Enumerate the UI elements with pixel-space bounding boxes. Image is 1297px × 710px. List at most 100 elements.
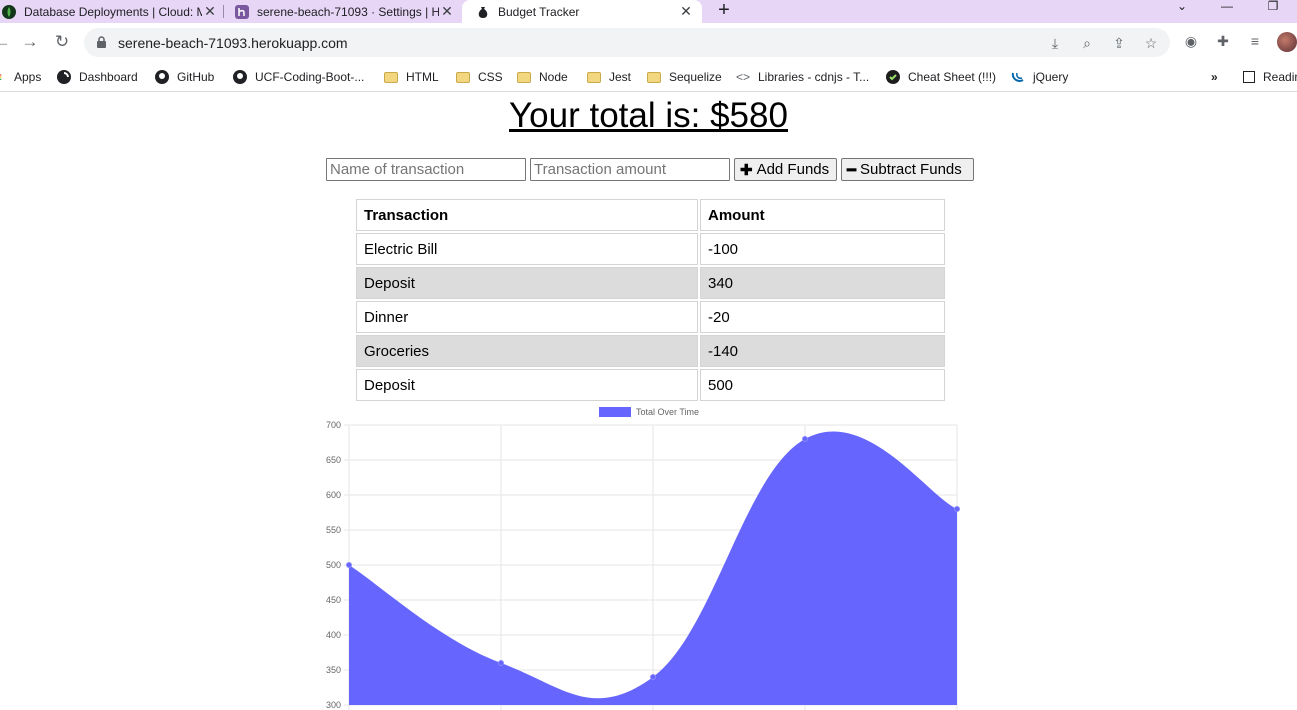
transaction-amount-cell: -140 xyxy=(700,335,945,367)
total-value: 580 xyxy=(729,96,788,135)
heroku-icon xyxy=(235,4,249,19)
bookmark-label: Sequelize xyxy=(669,70,722,84)
data-point xyxy=(498,660,504,666)
column-header-transaction: Transaction xyxy=(356,199,698,231)
bookmark-sequelize[interactable]: Sequelize xyxy=(647,68,722,86)
y-tick-label: 550 xyxy=(326,525,341,535)
y-tick-label: 600 xyxy=(326,490,341,500)
bookmark-jquery[interactable]: jQuery xyxy=(1011,68,1068,86)
restore-icon[interactable]: ❐ xyxy=(1263,0,1283,14)
tab-title: Database Deployments | Cloud: M xyxy=(24,4,202,19)
more-bookmarks-chevron-icon[interactable]: » xyxy=(1211,68,1218,86)
transaction-name-input[interactable] xyxy=(326,158,526,181)
table-header-row: Transaction Amount xyxy=(356,199,945,231)
tab-mongodb[interactable]: Database Deployments | Cloud: M ✕ xyxy=(0,0,218,23)
transactions-table: Transaction Amount Electric Bill -100 De… xyxy=(354,197,947,403)
y-tick-label: 500 xyxy=(326,560,341,570)
bookmark-html[interactable]: HTML xyxy=(384,68,439,86)
mongodb-leaf-icon xyxy=(2,4,16,19)
transaction-name-cell: Groceries xyxy=(356,335,698,367)
bookmark-github[interactable]: GitHub xyxy=(155,68,214,86)
bookmark-label: Node xyxy=(539,70,568,84)
transaction-amount-cell: 500 xyxy=(700,369,945,401)
bookmark-cdnjs[interactable]: <> Libraries - cdnjs - T... xyxy=(736,68,869,86)
bookmark-ucf-coding[interactable]: UCF-Coding-Boot-... xyxy=(233,68,364,86)
reload-button[interactable]: ↻ xyxy=(52,32,72,52)
y-tick-label: 700 xyxy=(326,420,341,430)
close-tab-icon[interactable]: ✕ xyxy=(678,3,694,20)
bookmark-cheat-sheet[interactable]: Cheat Sheet (!!!) xyxy=(886,68,996,86)
jquery-icon xyxy=(1011,72,1024,82)
cheatsheet-icon xyxy=(886,70,900,84)
bookmark-dashboard[interactable]: Dashboard xyxy=(57,68,138,86)
reading-list-icon xyxy=(1243,71,1255,83)
transaction-name-cell: Deposit xyxy=(356,369,698,401)
transaction-name-cell: Dinner xyxy=(356,301,698,333)
transaction-amount-input[interactable] xyxy=(530,158,730,181)
table-row: Groceries -140 xyxy=(356,335,945,367)
transaction-amount-cell: 340 xyxy=(700,267,945,299)
tab-budget-tracker[interactable]: Budget Tracker ✕ xyxy=(462,0,702,23)
chart-legend: Total Over Time xyxy=(599,407,699,417)
bookmark-label: GitHub xyxy=(177,70,215,84)
subtract-funds-button[interactable]: ━ Subtract Funds xyxy=(841,158,974,181)
transaction-amount-cell: -100 xyxy=(700,233,945,265)
tab-search-chevron-icon[interactable]: ⌄ xyxy=(1172,0,1192,14)
bookmark-apps[interactable]: Apps xyxy=(0,68,41,86)
minus-icon: ━ xyxy=(847,161,857,179)
bookmark-jest[interactable]: Jest xyxy=(587,68,631,86)
transaction-name-cell: Deposit xyxy=(356,267,698,299)
lock-icon xyxy=(97,36,106,48)
bookmark-label: Cheat Sheet (!!!) xyxy=(908,70,997,84)
bookmark-css[interactable]: CSS xyxy=(456,68,503,86)
y-tick-label: 350 xyxy=(326,665,341,675)
add-funds-button[interactable]: ✚ Add Funds xyxy=(734,158,837,181)
install-icon[interactable]: ⤓ xyxy=(1046,34,1064,52)
table-row: Deposit 340 xyxy=(356,267,945,299)
zoom-icon[interactable]: ⌕ xyxy=(1078,34,1096,52)
add-funds-label: Add Funds xyxy=(756,161,830,178)
page-title: Your total is: $580 xyxy=(0,96,1297,136)
new-tab-button[interactable]: + xyxy=(714,0,734,23)
subtract-funds-label: Subtract Funds xyxy=(860,161,962,178)
data-point xyxy=(954,506,960,512)
bookmark-node[interactable]: Node xyxy=(517,68,568,86)
y-tick-label: 450 xyxy=(326,595,341,605)
y-tick-label: 400 xyxy=(326,630,341,640)
tab-heroku[interactable]: serene-beach-71093 · Settings | H ✕ xyxy=(235,0,455,23)
bookmark-label: CSS xyxy=(478,70,503,84)
total-over-time-chart: 700 650 600 550 500 450 400 350 300 Total Over T… xyxy=(326,407,960,710)
bookmarks-bar: Apps Dashboard GitHub UCF-Coding-Boot-..… xyxy=(0,62,1297,92)
legend-label: Total Over Time xyxy=(636,407,699,417)
github-icon xyxy=(233,70,247,84)
transaction-form: ✚Add Funds ━Subtract Funds xyxy=(0,157,1297,181)
minimize-icon[interactable]: — xyxy=(1217,0,1237,14)
share-icon[interactable]: ⇪ xyxy=(1110,34,1128,52)
bookmark-label: Dashboard xyxy=(79,70,138,84)
browser-toolbar: ← → ↻ serene-beach-71093.herokuapp.com ⤓… xyxy=(0,23,1297,62)
extensions-puzzle-icon[interactable]: ✚ xyxy=(1214,32,1232,50)
table-row: Dinner -20 xyxy=(356,301,945,333)
folder-icon xyxy=(456,71,470,83)
url-text: serene-beach-71093.herokuapp.com xyxy=(118,35,348,51)
profile-avatar[interactable] xyxy=(1277,32,1297,52)
close-tab-icon[interactable]: ✕ xyxy=(202,3,218,20)
close-tab-icon[interactable]: ✕ xyxy=(439,3,455,20)
camera-icon[interactable]: ◉ xyxy=(1182,32,1200,50)
transaction-amount-cell: -20 xyxy=(700,301,945,333)
forward-button[interactable]: → xyxy=(20,32,40,52)
tab-divider xyxy=(223,5,224,18)
bookmark-label: Jest xyxy=(609,70,632,84)
address-bar[interactable]: serene-beach-71093.herokuapp.com ⤓ ⌕ ⇪ ☆ xyxy=(84,28,1170,57)
data-point xyxy=(346,562,352,568)
data-point xyxy=(802,436,808,442)
tab-strip: Database Deployments | Cloud: M ✕ serene… xyxy=(0,0,1297,23)
bookmark-star-icon[interactable]: ☆ xyxy=(1142,34,1160,52)
back-button[interactable]: ← xyxy=(0,32,12,52)
apps-grid-icon xyxy=(0,74,2,80)
reading-list-label: Readin xyxy=(1263,70,1297,84)
plus-icon: ✚ xyxy=(740,161,753,179)
media-queue-icon[interactable]: ≡ xyxy=(1246,32,1264,50)
reading-list[interactable]: Readin xyxy=(1243,68,1297,86)
bookmark-label: HTML xyxy=(406,70,439,84)
